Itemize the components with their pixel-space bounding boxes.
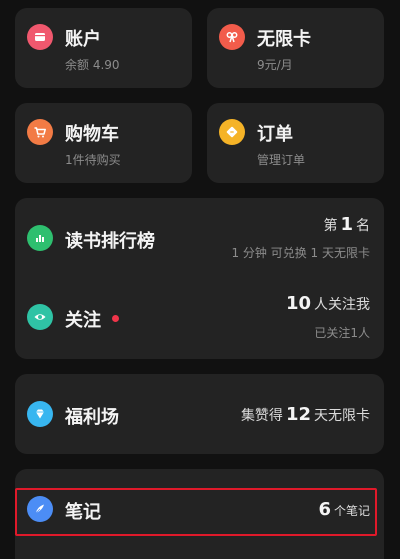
orders-manage: 管理订单 — [257, 153, 306, 167]
orders-card[interactable]: 订单 管理订单 — [207, 103, 384, 183]
orders-title: 订单 — [257, 124, 293, 145]
ribbon-icon — [219, 24, 245, 50]
bar-chart-icon — [27, 225, 53, 251]
followers-suffix: 人关注我 — [314, 297, 370, 313]
highlight-box — [15, 488, 377, 536]
diamond-icon — [27, 401, 53, 427]
ranking-suffix: 名 — [356, 218, 370, 234]
ranking-prefix: 第 — [323, 218, 338, 234]
followers-count: 10 人关注我 — [283, 293, 370, 314]
profile-menu: 账户 余额 4.90 无限卡 9元/月 购物车 1件待购买 订单 管理订单 读书… — [0, 0, 400, 559]
reading-stats-card: 读书排行榜 第1名 1 分钟 可兑换 1 天无限卡 关注 10 人关注我 已关注1… — [15, 198, 384, 359]
following-count: 已关注1人 — [314, 326, 370, 340]
cart-icon — [27, 119, 53, 145]
notification-dot — [112, 315, 119, 322]
welfare-prefix: 集赞得 — [240, 408, 283, 424]
vip-title: 无限卡 — [257, 29, 311, 50]
welfare-card[interactable]: 福利场 集赞得 12 天无限卡 — [15, 374, 384, 454]
vip-card[interactable]: 无限卡 9元/月 — [207, 8, 384, 88]
ranking-row[interactable]: 读书排行榜 第1名 1 分钟 可兑换 1 天无限卡 — [15, 198, 384, 278]
follow-row[interactable]: 关注 10 人关注我 已关注1人 — [15, 280, 384, 359]
cart-card[interactable]: 购物车 1件待购买 — [15, 103, 192, 183]
ranking-detail: 1 分钟 可兑换 1 天无限卡 — [231, 246, 370, 260]
cart-title: 购物车 — [65, 124, 119, 145]
followers-value: 10 — [285, 293, 311, 314]
account-balance: 余额 4.90 — [65, 58, 120, 72]
ranking-value: 1 — [340, 214, 353, 235]
account-title: 账户 — [65, 29, 101, 50]
welfare-reward: 集赞得 12 天无限卡 — [241, 404, 370, 425]
welfare-value: 12 — [285, 404, 311, 425]
ranking-title: 读书排行榜 — [65, 231, 155, 252]
wallet-icon — [27, 24, 53, 50]
follow-title: 关注 — [65, 310, 101, 331]
vip-price: 9元/月 — [257, 58, 293, 72]
eye-icon — [27, 304, 53, 330]
cart-status: 1件待购买 — [65, 153, 121, 167]
account-card[interactable]: 账户 余额 4.90 — [15, 8, 192, 88]
ranking-position: 第1名 — [323, 214, 370, 235]
welfare-title: 福利场 — [65, 407, 119, 428]
ticket-icon — [219, 119, 245, 145]
welfare-suffix: 天无限卡 — [314, 408, 370, 424]
